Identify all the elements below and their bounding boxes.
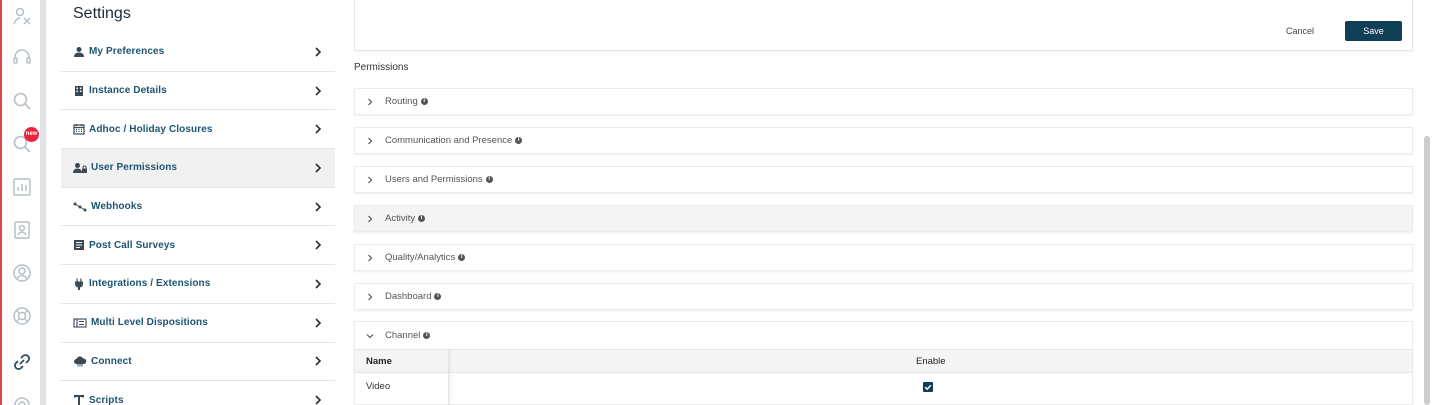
chevron-right-icon (315, 47, 322, 57)
support-icon[interactable] (12, 306, 32, 326)
accordion-label: Activity (385, 213, 416, 224)
settings-item-label: Multi Level Dispositions (91, 317, 208, 329)
chevron-right-icon (315, 163, 322, 173)
settings-item-label: Adhoc / Holiday Closures (89, 123, 213, 135)
settings-item-post-call-surveys[interactable]: Post Call Surveys (61, 226, 335, 266)
chevron-right-icon (315, 318, 322, 328)
settings-item-label: My Preferences (89, 46, 165, 58)
dispositions-icon (73, 317, 87, 329)
cancel-button[interactable]: Cancel (1286, 26, 1314, 36)
calendar-icon (73, 123, 85, 135)
settings-icon[interactable] (12, 395, 32, 405)
page-scrollbar[interactable] (1424, 136, 1430, 405)
info-icon[interactable]: i (485, 176, 493, 183)
accordion-label: Dashboard (385, 291, 432, 302)
settings-item-instance-details[interactable]: Instance Details (61, 72, 335, 111)
accordion-communication-presence[interactable]: Communication and Presence i (354, 127, 1413, 154)
agent-icon[interactable] (12, 6, 32, 26)
settings-item-label: Scripts (89, 394, 124, 405)
chevron-right-icon (315, 124, 322, 134)
checkmark-icon (924, 384, 932, 391)
accordion-channel-header[interactable]: Channel i (355, 322, 1412, 349)
plug-icon (73, 278, 85, 290)
chevron-right-icon (315, 202, 322, 212)
enable-checkbox[interactable] (923, 382, 933, 392)
link-icon[interactable] (12, 352, 32, 372)
webhook-icon (73, 201, 87, 213)
left-nav-rail: new (0, 0, 44, 405)
building-icon (73, 85, 85, 97)
column-header-enable: Enable (916, 356, 946, 367)
settings-item-multi-level-dispositions[interactable]: Multi Level Dispositions (61, 304, 335, 343)
search-icon[interactable] (12, 91, 32, 111)
info-icon[interactable]: i (458, 254, 466, 261)
settings-menu: My Preferences Instance Details Adhoc / … (61, 33, 335, 405)
settings-item-label: Integrations / Extensions (89, 278, 211, 290)
table-cell-name: Video (366, 381, 391, 392)
accordion-dashboard[interactable]: Dashboard i (354, 283, 1413, 310)
text-icon (73, 394, 85, 405)
new-badge: new (24, 127, 39, 142)
info-icon[interactable]: i (420, 98, 428, 105)
chevron-right-icon (365, 253, 375, 263)
cloud-icon (73, 355, 87, 367)
survey-icon (73, 239, 85, 251)
accordion-label: Routing (385, 96, 418, 107)
save-button[interactable]: Save (1345, 21, 1402, 41)
settings-item-user-permissions[interactable]: User Permissions (61, 149, 335, 188)
contacts-icon[interactable] (12, 220, 32, 240)
chevron-right-icon (365, 292, 375, 302)
accordion-label: Users and Permissions (385, 174, 483, 185)
settings-item-label: Post Call Surveys (89, 239, 176, 251)
accordion-channel: Channel i Name Enable Video (354, 321, 1413, 405)
info-icon[interactable]: i (515, 137, 523, 144)
form-card: Cancel Save (354, 0, 1413, 51)
settings-item-my-preferences[interactable]: My Preferences (61, 33, 335, 72)
info-icon[interactable]: i (423, 332, 431, 339)
chevron-down-icon (365, 331, 375, 341)
person-icon (73, 46, 85, 58)
info-icon[interactable]: i (434, 293, 442, 300)
chevron-right-icon (315, 395, 322, 405)
name-column (355, 349, 449, 405)
settings-title: Settings (73, 5, 131, 22)
chevron-right-icon (315, 279, 322, 289)
users-lock-icon (73, 162, 87, 174)
settings-item-scripts[interactable]: Scripts (61, 381, 335, 405)
settings-item-label: User Permissions (91, 162, 178, 174)
accordion-activity[interactable]: Activity i (354, 205, 1413, 232)
accordion-label: Channel (385, 330, 421, 341)
chevron-right-icon (365, 97, 375, 107)
settings-item-webhooks[interactable]: Webhooks (61, 188, 335, 227)
accordion-routing[interactable]: Routing i (354, 88, 1413, 115)
settings-item-integrations-extensions[interactable]: Integrations / Extensions (61, 265, 335, 304)
info-icon[interactable]: i (418, 215, 426, 222)
rail-scrollbar[interactable] (40, 0, 46, 405)
chevron-right-icon (315, 356, 322, 366)
settings-item-label: Webhooks (91, 201, 143, 213)
chevron-right-icon (315, 240, 322, 250)
settings-item-label: Instance Details (89, 85, 167, 97)
permissions-panel: Cancel Save Permissions Routing i Commun… (354, 0, 1414, 405)
accordion-quality-analytics[interactable]: Quality/Analytics i (354, 244, 1413, 271)
headset-icon[interactable] (12, 47, 32, 67)
settings-sidebar: Settings My Preferences Instance Details… (61, 0, 335, 405)
permissions-heading: Permissions (354, 62, 409, 73)
chevron-right-icon (365, 175, 375, 185)
chevron-right-icon (315, 85, 322, 96)
chevron-right-icon (365, 136, 375, 146)
accordion-label: Communication and Presence (385, 135, 513, 146)
profile-icon[interactable] (12, 263, 32, 283)
settings-item-label: Connect (91, 355, 132, 367)
reports-icon[interactable] (12, 177, 32, 197)
accordion-label: Quality/Analytics (385, 252, 456, 263)
settings-item-connect[interactable]: Connect (61, 343, 335, 382)
settings-item-adhoc-holiday-closures[interactable]: Adhoc / Holiday Closures (61, 110, 335, 150)
chevron-right-icon (365, 214, 375, 224)
channel-table-header: Name Enable (355, 349, 1412, 373)
accordion-users-permissions[interactable]: Users and Permissions i (354, 166, 1413, 193)
